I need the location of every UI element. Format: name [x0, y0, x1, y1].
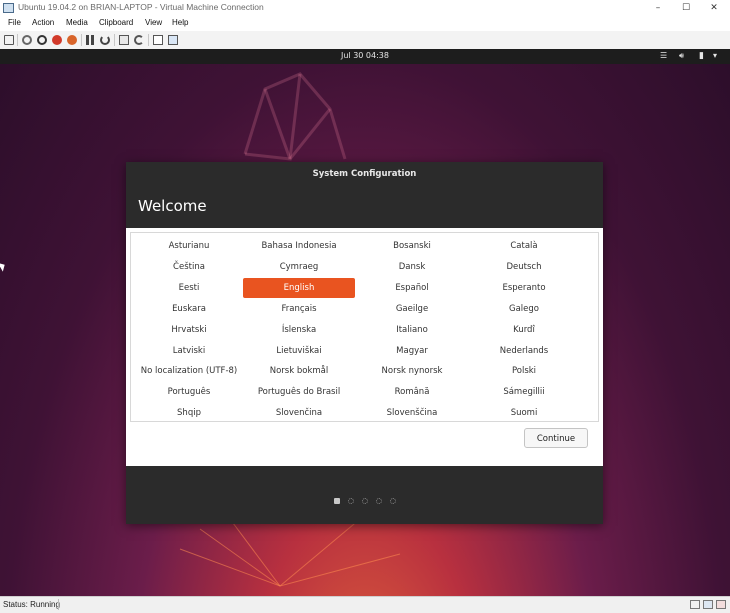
language-option[interactable]: Čeština [133, 257, 245, 277]
status-divider [58, 599, 59, 610]
enhanced-session-icon[interactable] [153, 35, 163, 45]
language-option[interactable]: Magyar [356, 341, 468, 361]
revert-icon[interactable] [134, 35, 144, 45]
language-option[interactable]: Esperanto [468, 278, 580, 298]
reset-icon[interactable] [100, 35, 110, 45]
menu-action[interactable]: Action [32, 18, 54, 27]
continue-button[interactable]: Continue [524, 428, 588, 448]
lock-icon [716, 600, 726, 609]
network-icon[interactable]: ☰ [660, 51, 667, 60]
language-option[interactable]: Kurdî [468, 320, 580, 340]
language-option[interactable]: Lietuviškai [243, 341, 355, 361]
checkpoint-icon[interactable] [119, 35, 129, 45]
toolbar-separator [17, 34, 18, 46]
page-dot [333, 498, 340, 504]
system-configuration-dialog: System Configuration Welcome Asturianu Ba… [126, 162, 603, 524]
language-option[interactable]: Galego [468, 299, 580, 319]
status-text: Status: Running [3, 600, 60, 609]
share-icon[interactable] [168, 35, 178, 45]
page-indicator [126, 489, 603, 508]
menu-bar: File Action Media Clipboard View Help [0, 17, 730, 31]
page-dot [361, 498, 368, 504]
close-button[interactable]: ✕ [700, 0, 728, 17]
save-icon[interactable] [67, 35, 77, 45]
language-option[interactable]: Nederlands [468, 341, 580, 361]
language-option[interactable]: Slovenščina [356, 403, 468, 423]
language-option[interactable]: Norsk nynorsk [356, 361, 468, 381]
language-option[interactable]: Suomi [468, 403, 580, 423]
language-option[interactable]: Català [468, 236, 580, 256]
menu-help[interactable]: Help [172, 18, 188, 27]
start-icon[interactable] [22, 35, 32, 45]
language-option[interactable]: Latviski [133, 341, 245, 361]
language-list[interactable]: Asturianu Bahasa Indonesia Bosanski Català Č… [130, 232, 599, 422]
page-dot [347, 498, 354, 504]
shut-down-icon[interactable] [52, 35, 62, 45]
page-dot [389, 498, 396, 504]
language-option[interactable]: English [243, 277, 355, 298]
clock[interactable]: Jul 30 04:38 [0, 51, 730, 60]
language-option[interactable]: Português do Brasil [243, 382, 355, 402]
language-option[interactable]: Português [133, 382, 245, 402]
turn-off-icon[interactable] [37, 35, 47, 45]
language-option[interactable]: Bosanski [356, 236, 468, 256]
language-option[interactable]: Slovenčina [243, 403, 355, 423]
dialog-body: Asturianu Bahasa Indonesia Bosanski Català Č… [126, 228, 603, 466]
menu-media[interactable]: Media [66, 18, 88, 27]
volume-icon[interactable]: 🔊︎ [679, 51, 684, 61]
language-option[interactable]: Français [243, 299, 355, 319]
ctrl-alt-del-icon[interactable] [4, 35, 14, 45]
language-option[interactable]: Dansk [356, 257, 468, 277]
enhanced-session-status-icon [703, 600, 713, 609]
language-option[interactable]: Eesti [133, 278, 245, 298]
language-option[interactable]: Bahasa Indonesia [243, 236, 355, 256]
language-option[interactable]: Shqip [133, 403, 245, 423]
toolbar [0, 31, 730, 50]
page-dot [375, 498, 382, 504]
language-option[interactable]: Gaeilge [356, 299, 468, 319]
menu-view[interactable]: View [145, 18, 162, 27]
dialog-title: System Configuration [312, 169, 417, 179]
keyboard-icon [690, 600, 700, 609]
language-option[interactable]: Euskara [133, 299, 245, 319]
language-option[interactable]: Asturianu [133, 236, 245, 256]
language-option[interactable]: Deutsch [468, 257, 580, 277]
toolbar-separator [148, 34, 149, 46]
vm-connection-icon [3, 3, 14, 13]
language-option[interactable]: Română [356, 382, 468, 402]
pause-icon[interactable] [86, 35, 94, 45]
language-option[interactable]: Sámegillii [468, 382, 580, 402]
menu-file[interactable]: File [8, 18, 21, 27]
status-bar: Status: Running [0, 596, 730, 613]
toolbar-separator [114, 34, 115, 46]
window-title-bar: Ubuntu 19.04.2 on BRIAN-LAPTOP - Virtual… [0, 0, 730, 18]
ubuntu-top-bar: Jul 30 04:38 ☰ 🔊︎ ▮ ▾ [0, 49, 730, 64]
maximize-button[interactable]: ☐ [672, 0, 700, 17]
minimize-button[interactable]: – [644, 0, 672, 17]
toolbar-separator [81, 34, 82, 46]
vm-screen[interactable]: Jul 30 04:38 ☰ 🔊︎ ▮ ▾ System Configurati… [0, 49, 730, 596]
language-option[interactable]: Español [356, 278, 468, 298]
window-title: Ubuntu 19.04.2 on BRIAN-LAPTOP - Virtual… [18, 2, 264, 12]
language-option[interactable]: Hrvatski [133, 320, 245, 340]
menu-clipboard[interactable]: Clipboard [99, 18, 133, 27]
language-option[interactable]: Norsk bokmål [243, 361, 355, 381]
battery-icon[interactable]: ▮ [699, 51, 704, 61]
language-option[interactable]: Polski [468, 361, 580, 381]
menu-arrow-icon[interactable]: ▾ [713, 51, 717, 60]
welcome-heading: Welcome [138, 197, 207, 215]
language-option[interactable]: Cymraeg [243, 257, 355, 277]
language-option[interactable]: Íslenska [243, 320, 355, 340]
language-option[interactable]: No localization (UTF-8) [133, 361, 245, 381]
language-option[interactable]: Italiano [356, 320, 468, 340]
